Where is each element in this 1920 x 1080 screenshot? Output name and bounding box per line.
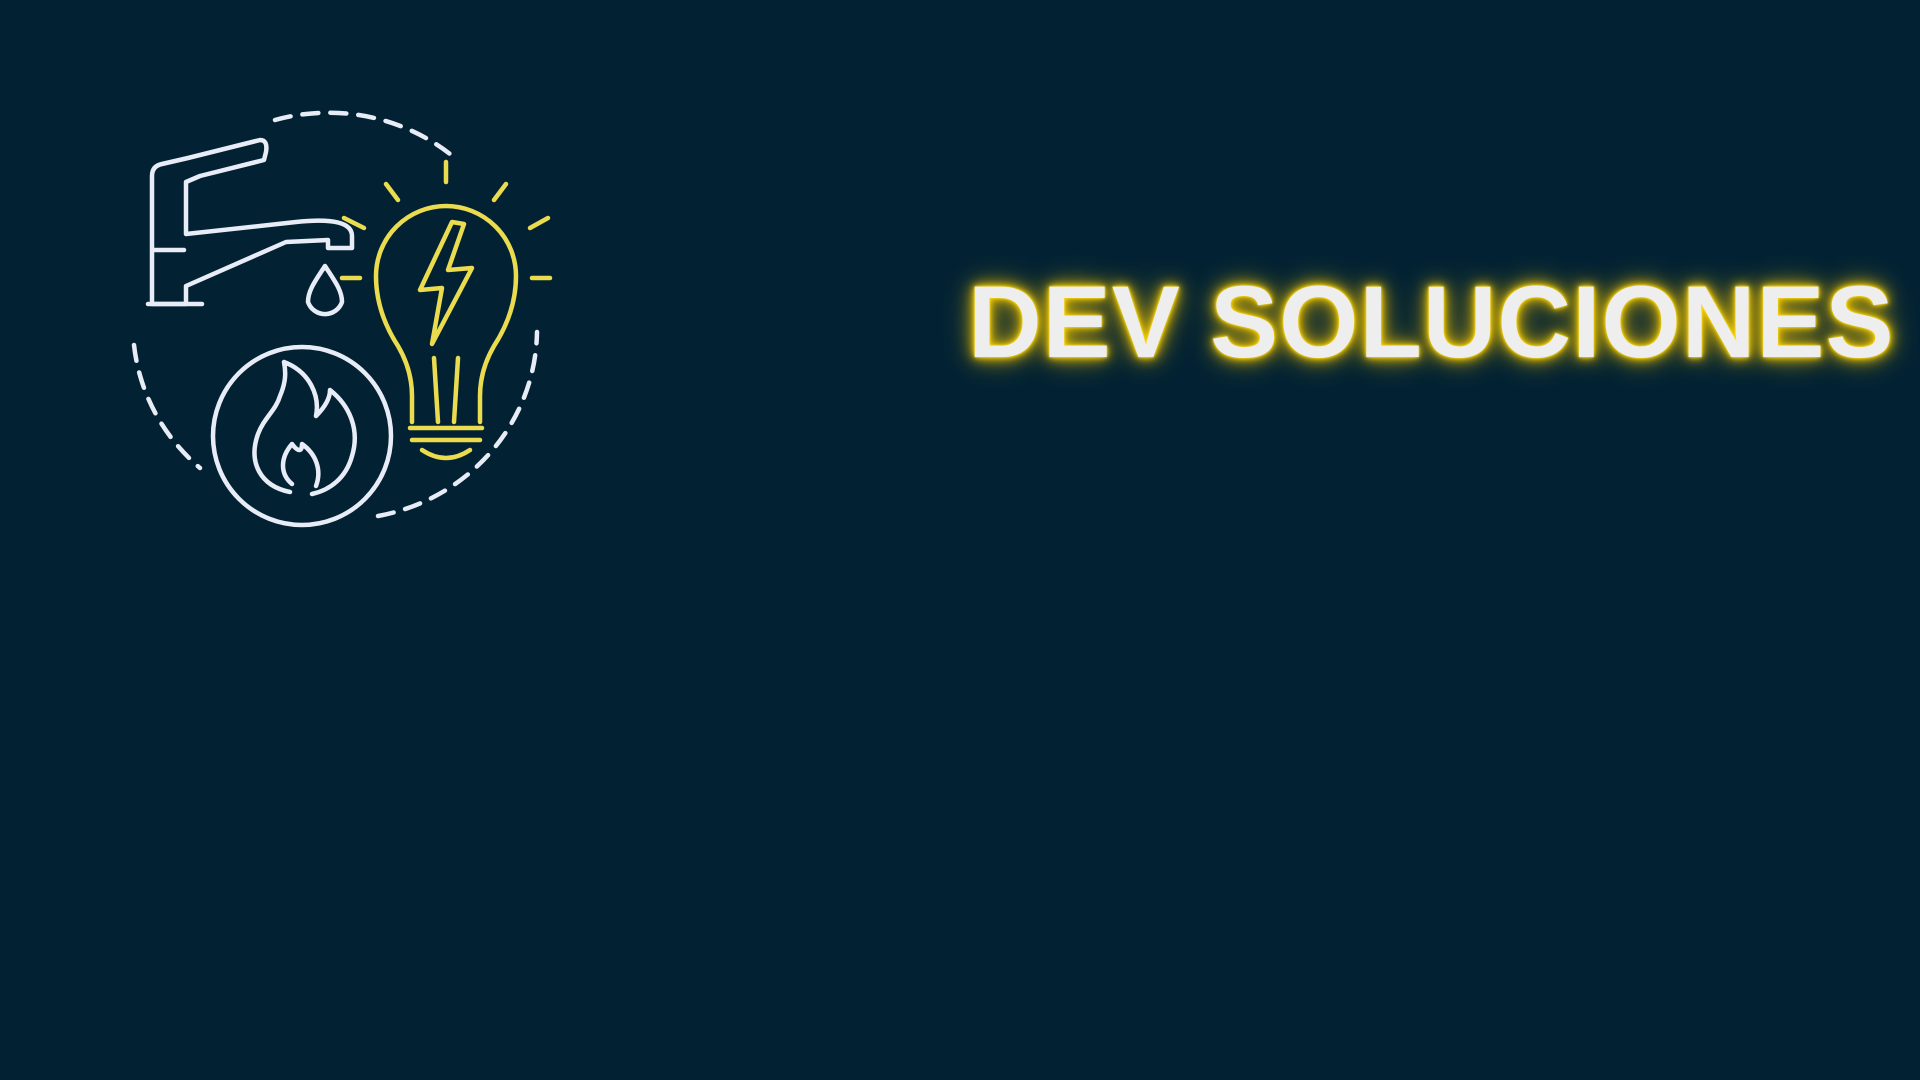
faucet-icon: [145, 137, 355, 307]
lightning-icon: [417, 219, 475, 347]
brand-title: DEV SOLUCIONES: [968, 265, 1895, 379]
logo: [120, 100, 580, 540]
flame-icon: [210, 344, 394, 528]
dashed-ring-icon: [131, 110, 540, 519]
page-canvas: DEV SOLUCIONES: [0, 0, 1920, 1080]
water-drop-icon: [305, 263, 345, 317]
logo-graphic: [131, 110, 553, 528]
